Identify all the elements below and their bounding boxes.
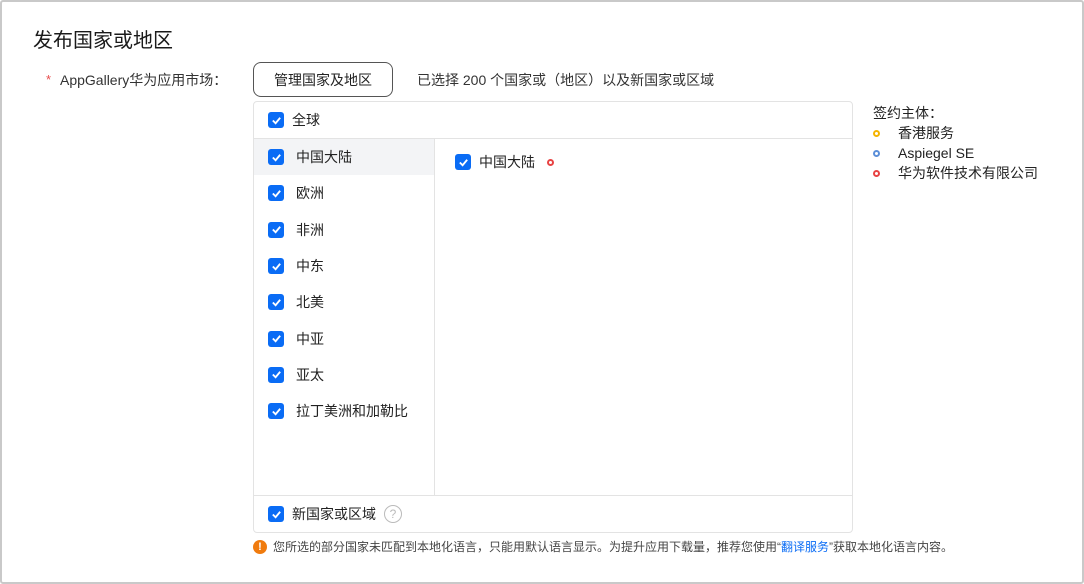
- region-item[interactable]: 欧洲: [254, 175, 434, 211]
- checkbox-checked-icon[interactable]: [455, 154, 471, 170]
- region-item[interactable]: 中国大陆: [254, 139, 434, 176]
- region-label: 亚太: [296, 366, 324, 383]
- selection-status: 已选择 200 个国家或（地区）以及新国家或区域: [417, 72, 715, 88]
- entity-dot-icon: [547, 158, 554, 166]
- legend-label: 香港服务: [898, 125, 954, 141]
- entity-dot-icon: [873, 169, 880, 177]
- checkbox-checked-icon[interactable]: [268, 185, 284, 202]
- region-item[interactable]: 中东: [254, 248, 434, 284]
- legend-item: Aspiegel SE: [873, 143, 1038, 163]
- checkbox-checked-icon[interactable]: [268, 330, 284, 347]
- legend-label: Aspiegel SE: [898, 145, 975, 161]
- entity-dot-icon: [873, 149, 880, 157]
- region-item[interactable]: 中亚: [254, 320, 434, 356]
- new-regions-label: 新国家或区域: [292, 506, 376, 522]
- global-label: 全球: [292, 112, 320, 128]
- region-label: 非洲: [296, 221, 324, 238]
- region-label: 北美: [296, 294, 324, 311]
- checkbox-checked-icon[interactable]: [268, 258, 284, 275]
- legend-title: 签约主体：: [873, 105, 943, 121]
- checkbox-checked-icon[interactable]: [268, 366, 284, 383]
- region-item[interactable]: 亚太: [254, 357, 434, 393]
- region-item[interactable]: 拉丁美洲和加勒比: [254, 393, 434, 429]
- country-item[interactable]: 中国大陆: [455, 152, 554, 172]
- field-label: AppGallery华为应用市场：: [60, 72, 228, 88]
- localization-warning: ! 您所选的部分国家未匹配到本地化语言，只能用默认语言显示。为提升应用下载量，推…: [253, 538, 953, 555]
- legend-label: 华为软件技术有限公司: [898, 165, 1038, 181]
- region-list: 中国大陆欧洲非洲中东北美中亚亚太拉丁美洲和加勒比: [254, 139, 435, 495]
- region-label: 拉丁美洲和加勒比: [296, 403, 408, 420]
- checkbox-checked-icon[interactable]: [268, 149, 284, 166]
- region-panel: 全球 中国大陆欧洲非洲中东北美中亚亚太拉丁美洲和加勒比 中国大陆 新国家或区域 …: [253, 101, 853, 533]
- checkbox-checked-icon[interactable]: [268, 506, 284, 522]
- region-label: 中国大陆: [296, 149, 352, 166]
- warning-text-end: ”获取本地化语言内容。: [829, 540, 954, 554]
- new-regions-row[interactable]: 新国家或区域 ?: [254, 495, 852, 532]
- checkbox-checked-icon[interactable]: [268, 112, 284, 128]
- country-label: 中国大陆: [479, 154, 535, 170]
- warning-icon: !: [253, 539, 267, 554]
- translation-service-link[interactable]: 翻译服务: [781, 538, 829, 555]
- checkbox-checked-icon[interactable]: [268, 294, 284, 311]
- help-icon[interactable]: ?: [384, 505, 402, 523]
- entity-dot-icon: [873, 129, 880, 137]
- region-label: 中亚: [296, 330, 324, 347]
- legend-item: 华为软件技术有限公司: [873, 163, 1038, 183]
- checkbox-checked-icon[interactable]: [268, 403, 284, 420]
- region-item[interactable]: 北美: [254, 284, 434, 320]
- global-checkbox-row[interactable]: 全球: [254, 102, 852, 139]
- warning-text: 您所选的部分国家未匹配到本地化语言，只能用默认语言显示。为提升应用下载量，推荐您…: [273, 540, 781, 554]
- checkbox-checked-icon[interactable]: [268, 221, 284, 238]
- page-title: 发布国家或地区: [33, 30, 173, 52]
- entity-legend: 签约主体： 香港服务 Aspiegel SE 华为软件技术有限公司: [873, 103, 1038, 183]
- region-label: 欧洲: [296, 185, 324, 202]
- legend-item: 香港服务: [873, 123, 1038, 143]
- region-item[interactable]: 非洲: [254, 212, 434, 248]
- manage-countries-button[interactable]: 管理国家及地区: [253, 62, 393, 97]
- required-mark: *: [46, 72, 52, 87]
- region-label: 中东: [296, 258, 324, 275]
